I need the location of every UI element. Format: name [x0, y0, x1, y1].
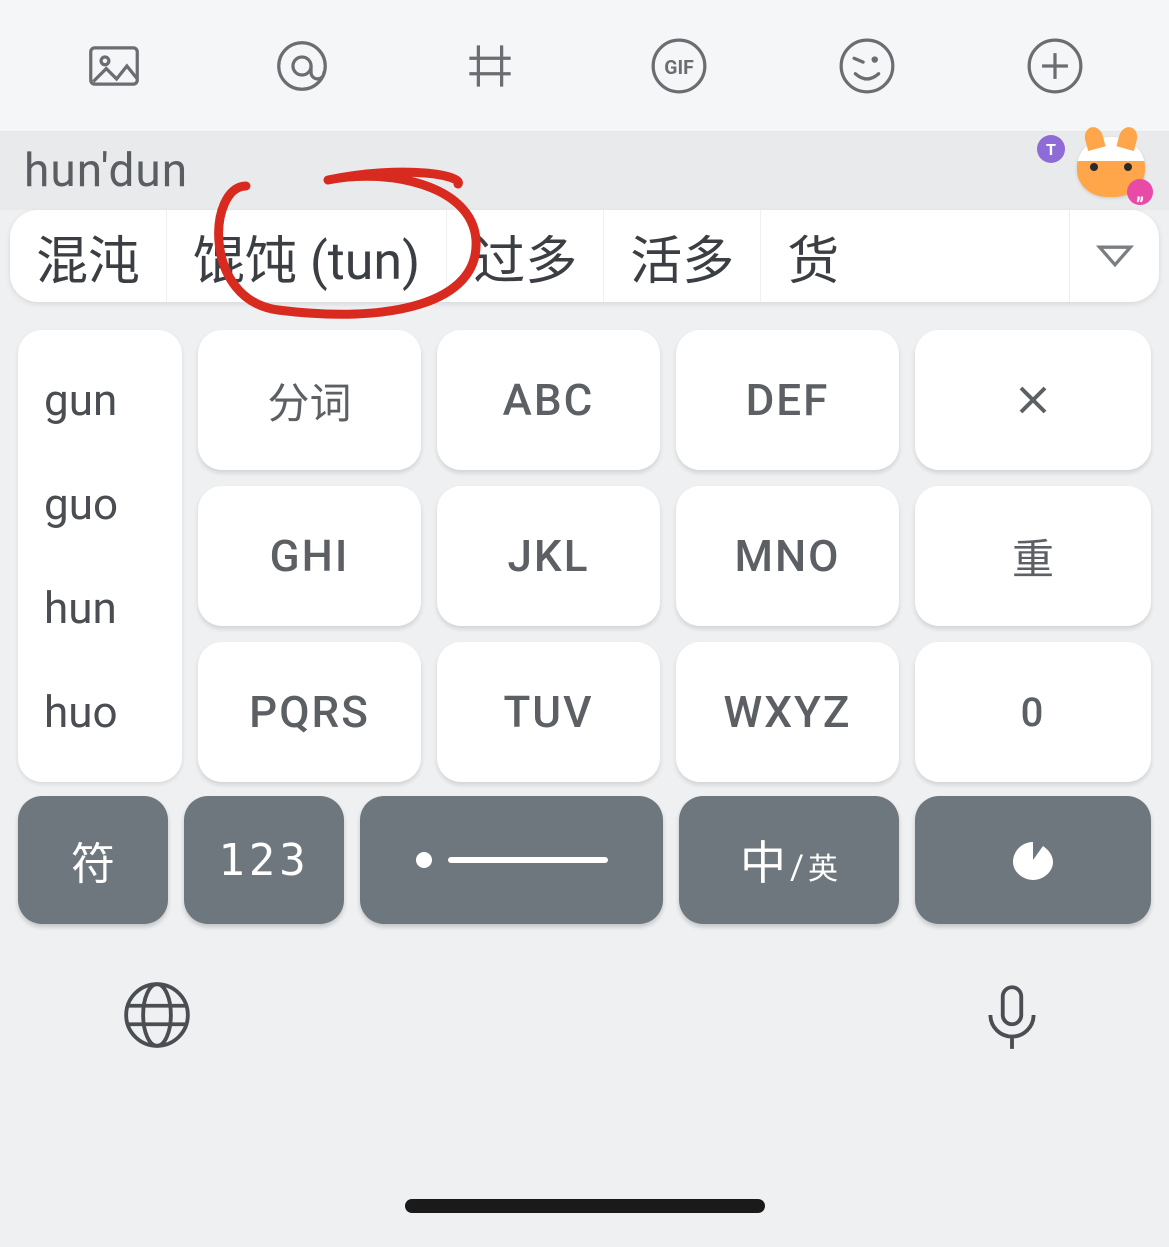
- mic-icon[interactable]: [975, 978, 1049, 1056]
- syllable-option[interactable]: gun: [44, 374, 117, 426]
- hash-icon[interactable]: [455, 31, 525, 101]
- mascot-badge-right: „: [1127, 179, 1153, 205]
- plus-icon[interactable]: [1020, 31, 1090, 101]
- key-jkl[interactable]: JKL: [437, 486, 660, 626]
- lang-primary: 中: [740, 827, 786, 893]
- syllable-option[interactable]: huo: [44, 686, 118, 738]
- t9-keypad: gun guo hun huo 分词 ABC DEF GHI JKL MNO 重…: [0, 302, 1169, 796]
- enter-key[interactable]: [915, 796, 1151, 924]
- keyboard-mascot[interactable]: T „: [1055, 141, 1145, 201]
- syllable-option[interactable]: hun: [44, 582, 117, 634]
- candidate-bar: 混沌 馄饨 (tun) 过多 活多 货: [10, 210, 1159, 302]
- key-abc[interactable]: ABC: [437, 330, 660, 470]
- syllable-sidebar[interactable]: gun guo hun huo: [18, 330, 182, 782]
- symbols-key[interactable]: 符: [18, 796, 168, 924]
- system-footer: [0, 942, 1169, 1162]
- key-segment[interactable]: 分词: [198, 330, 421, 470]
- pinyin-preedit: hun'dun: [24, 144, 188, 198]
- key-zero[interactable]: 0: [915, 642, 1151, 782]
- gif-icon[interactable]: GIF: [644, 31, 714, 101]
- lang-secondary: 英: [808, 844, 838, 888]
- key-mno[interactable]: MNO: [676, 486, 899, 626]
- language-toggle-key[interactable]: 中 / 英: [679, 796, 899, 924]
- key-def[interactable]: DEF: [676, 330, 899, 470]
- key-delete[interactable]: [915, 330, 1151, 470]
- pinyin-row: hun'dun T „: [0, 132, 1169, 210]
- at-icon[interactable]: [267, 31, 337, 101]
- lang-separator: /: [790, 848, 804, 888]
- key-wxyz[interactable]: WXYZ: [676, 642, 899, 782]
- candidate[interactable]: 混沌: [10, 210, 166, 302]
- input-toolbar: GIF: [0, 0, 1169, 132]
- keyboard-bottom-row: 符 123 中 / 英: [0, 796, 1169, 942]
- mascot-badge-left: T: [1037, 135, 1065, 163]
- svg-text:GIF: GIF: [664, 55, 694, 78]
- candidate[interactable]: 货: [760, 210, 865, 302]
- syllable-option[interactable]: guo: [44, 478, 118, 530]
- home-indicator[interactable]: [405, 1199, 765, 1213]
- key-ghi[interactable]: GHI: [198, 486, 421, 626]
- candidate[interactable]: 馄饨 (tun): [166, 210, 446, 302]
- expand-candidates-button[interactable]: [1069, 210, 1159, 302]
- space-key[interactable]: [360, 796, 663, 924]
- key-reinput[interactable]: 重: [915, 486, 1151, 626]
- candidate[interactable]: 过多: [446, 210, 603, 302]
- emoji-icon[interactable]: [832, 31, 902, 101]
- key-pqrs[interactable]: PQRS: [198, 642, 421, 782]
- key-tuv[interactable]: TUV: [437, 642, 660, 782]
- numbers-key[interactable]: 123: [184, 796, 344, 924]
- image-icon[interactable]: [79, 31, 149, 101]
- candidate[interactable]: 活多: [603, 210, 760, 302]
- globe-icon[interactable]: [120, 978, 194, 1056]
